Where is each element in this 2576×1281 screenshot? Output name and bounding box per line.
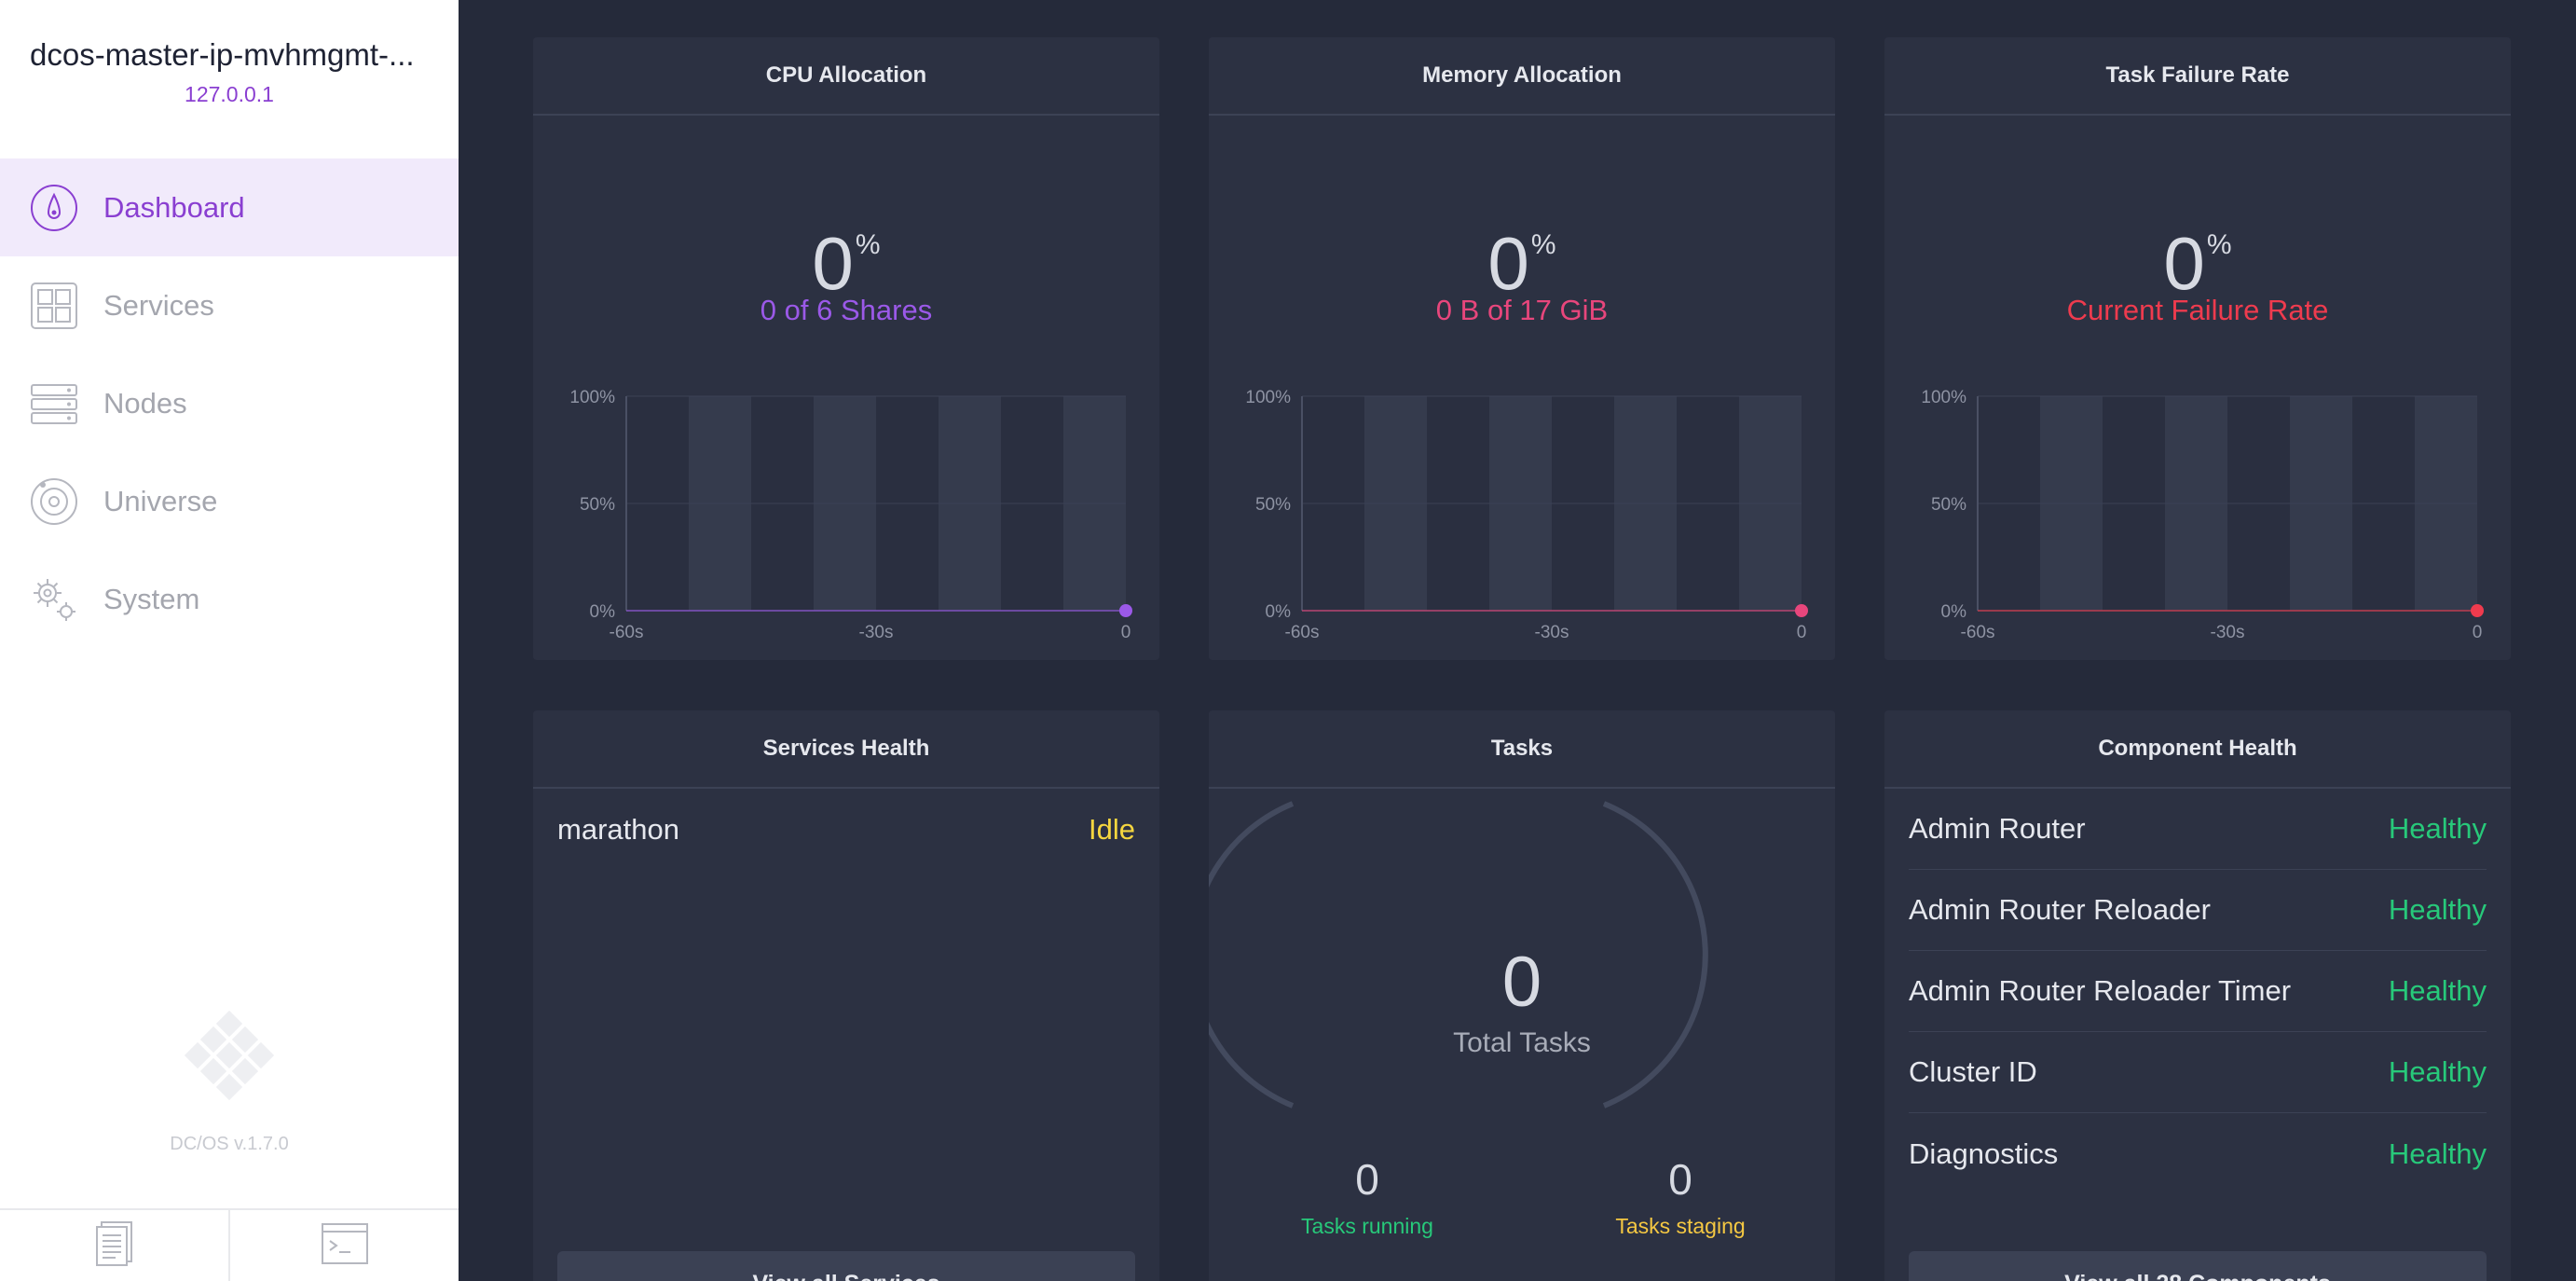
- tasks-running-label: Tasks running: [1301, 1214, 1433, 1238]
- services-list: marathon Idle: [557, 789, 1135, 870]
- task-failure-rate-panel: Task Failure Rate 0% Current Failure Rat…: [1884, 37, 2511, 660]
- tasks-panel: Tasks 0 Total Tasks 0 Tasks running 0 Ta…: [1209, 710, 1835, 1281]
- dcos-logo: [173, 999, 285, 1111]
- view-all-services-button[interactable]: View all Services: [557, 1251, 1135, 1281]
- universe-icon: [30, 477, 78, 526]
- y-tick-label: 100%: [569, 388, 615, 407]
- component-name: Cluster ID: [1909, 1055, 2037, 1088]
- data-point: [2471, 604, 2484, 617]
- x-tick-label: 0: [1797, 623, 1807, 642]
- version-label: DC/OS v.1.7.0: [170, 1134, 289, 1154]
- cpu-shares-label: 0 of 6 Shares: [760, 294, 933, 326]
- component-list: Admin Router Healthy Admin Router Reload…: [1909, 789, 2487, 1194]
- y-tick-label: 50%: [1931, 495, 1966, 515]
- services-icon: [30, 282, 78, 330]
- dashboard-icon: [30, 184, 78, 232]
- x-tick-label: -30s: [1535, 623, 1569, 642]
- component-health-panel: Component Health Admin Router Healthy Ad…: [1884, 710, 2511, 1281]
- sidebar-footer: [0, 1208, 459, 1281]
- component-name: Diagnostics: [1909, 1136, 2059, 1170]
- component-name: Admin Router Reloader Timer: [1909, 974, 2292, 1007]
- memory-percent: 0%: [1487, 222, 1556, 305]
- sidebar-nav: Dashboard Services Nodes Universe System: [0, 158, 459, 648]
- cluster-name[interactable]: dcos-master-ip-mvhmgmt-...: [30, 37, 431, 73]
- component-row[interactable]: Admin Router Reloader Timer Healthy: [1909, 951, 2487, 1032]
- panel-title: Tasks: [1209, 710, 1835, 789]
- x-tick-label: 0: [1121, 623, 1131, 642]
- sidebar-item-label: Services: [103, 288, 214, 322]
- x-tick-label: -60s: [1961, 623, 1995, 642]
- sidebar-item-nodes[interactable]: Nodes: [0, 354, 459, 452]
- sidebar-item-label: Dashboard: [103, 190, 245, 224]
- component-status: Healthy: [2388, 974, 2487, 1007]
- cluster-ip: 127.0.0.1: [185, 82, 274, 106]
- panel-title: CPU Allocation: [533, 37, 1159, 116]
- sidebar-item-universe[interactable]: Universe: [0, 452, 459, 550]
- x-tick-label: 0: [2473, 623, 2483, 642]
- sidebar-item-label: System: [103, 582, 200, 615]
- component-row[interactable]: Diagnostics Healthy: [1909, 1113, 2487, 1194]
- memory-allocation-chart: 100% 50% 0%-60s -30s 0: [1245, 388, 1808, 642]
- component-row[interactable]: Admin Router Healthy: [1909, 789, 2487, 870]
- system-icon: [30, 575, 78, 624]
- memory-allocation-panel: Memory Allocation 0% 0 B of 17 GiB 100% 5…: [1209, 37, 1835, 660]
- sidebar-item-dashboard[interactable]: Dashboard: [0, 158, 459, 256]
- component-status: Healthy: [2388, 1055, 2487, 1088]
- component-status: Healthy: [2388, 1136, 2487, 1170]
- panel-title: Component Health: [1884, 710, 2511, 789]
- tasks-staging-count: 0: [1668, 1155, 1692, 1204]
- panel-title: Memory Allocation: [1209, 37, 1835, 116]
- nodes-icon: [30, 379, 78, 428]
- cpu-percent: 0%: [812, 222, 881, 305]
- cli-button[interactable]: [228, 1210, 459, 1281]
- sidebar: dcos-master-ip-mvhmgmt-... 127.0.0.1 Das…: [0, 0, 459, 1281]
- x-tick-label: -60s: [1285, 623, 1320, 642]
- y-tick-label: 0%: [1941, 602, 1967, 622]
- total-tasks-label: Total Tasks: [1453, 1027, 1591, 1058]
- cpu-allocation-panel: CPU Allocation 0% 0 of 6 Shares 100% 50% 0…: [533, 37, 1159, 660]
- sidebar-item-label: Nodes: [103, 386, 187, 420]
- component-status: Healthy: [2388, 812, 2487, 845]
- y-tick-label: 100%: [1245, 388, 1291, 407]
- documentation-button[interactable]: [0, 1210, 228, 1281]
- x-tick-label: -60s: [610, 623, 644, 642]
- data-point: [1795, 604, 1808, 617]
- sidebar-item-label: Universe: [103, 484, 218, 517]
- service-status: Idle: [1089, 812, 1135, 846]
- sidebar-item-system[interactable]: System: [0, 550, 459, 648]
- component-name: Admin Router Reloader: [1909, 893, 2211, 926]
- service-name: marathon: [557, 812, 679, 846]
- x-tick-label: -30s: [2211, 623, 2245, 642]
- data-point: [1119, 604, 1132, 617]
- panel-title: Task Failure Rate: [1884, 37, 2511, 116]
- x-tick-label: -30s: [859, 623, 894, 642]
- y-tick-label: 100%: [1921, 388, 1966, 407]
- y-tick-label: 0%: [590, 602, 616, 622]
- failure-rate-label: Current Failure Rate: [2066, 294, 2329, 326]
- task-failure-chart: 100% 50% 0%-60s -30s 0: [1921, 388, 2484, 642]
- failure-percent: 0%: [2163, 222, 2232, 305]
- panel-title: Services Health: [533, 710, 1159, 789]
- sidebar-item-services[interactable]: Services: [0, 256, 459, 354]
- cli-terminal-icon: [321, 1222, 369, 1270]
- y-tick-label: 0%: [1266, 602, 1292, 622]
- view-all-components-button[interactable]: View all 28 Components: [1909, 1251, 2487, 1281]
- tasks-staging-label: Tasks staging: [1615, 1214, 1746, 1238]
- component-name: Admin Router: [1909, 812, 2086, 845]
- component-row[interactable]: Admin Router Reloader Healthy: [1909, 870, 2487, 951]
- service-row[interactable]: marathon Idle: [557, 789, 1135, 870]
- services-health-panel: Services Health marathon Idle View all S…: [533, 710, 1159, 1281]
- tasks-running-count: 0: [1355, 1155, 1379, 1204]
- component-status: Healthy: [2388, 893, 2487, 926]
- documentation-icon: [94, 1220, 135, 1272]
- total-tasks-count: 0: [1501, 943, 1542, 1022]
- component-row[interactable]: Cluster ID Healthy: [1909, 1032, 2487, 1113]
- memory-usage-label: 0 B of 17 GiB: [1435, 294, 1609, 326]
- y-tick-label: 50%: [580, 495, 615, 515]
- y-tick-label: 50%: [1255, 495, 1291, 515]
- cpu-allocation-chart: 100% 50% 0%-60s -30s 0: [569, 388, 1132, 642]
